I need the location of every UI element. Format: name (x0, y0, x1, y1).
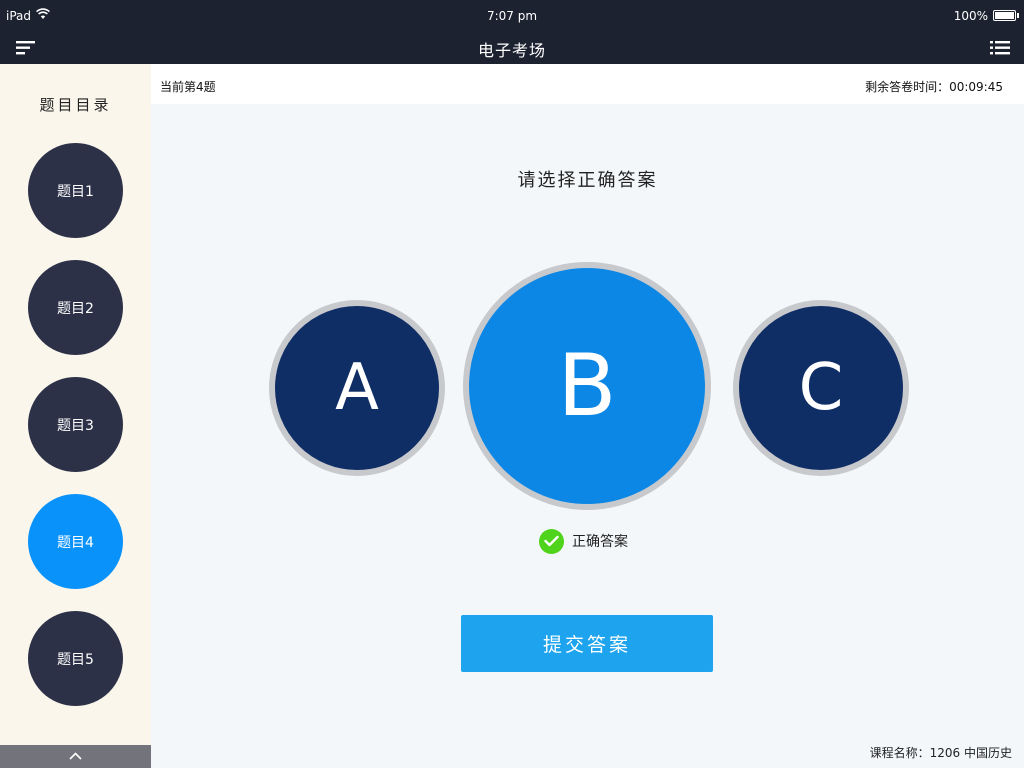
battery-icon (993, 10, 1019, 21)
battery-percent: 100% (953, 9, 988, 23)
sidebar-item-question-2[interactable]: 题目2 (28, 260, 123, 355)
course-name-label: 课程名称：1206 中国历史 (869, 746, 1012, 760)
question-prompt: 请选择正确答案 (517, 170, 658, 191)
option-a-button[interactable]: A (269, 300, 445, 476)
sidebar-item-question-4[interactable]: 题目4 (28, 494, 123, 589)
sidebar-item-question-3[interactable]: 题目3 (28, 377, 123, 472)
current-question-label: 当前第4题 (160, 80, 216, 94)
page-title: 电子考场 (477, 41, 546, 60)
question-sidebar: 题目目录 题目1 题目2 题目3 题目4 题目5 (0, 64, 151, 768)
info-bar: 当前第4题 剩余答卷时间：00:09:45 (151, 64, 1024, 104)
sidebar-collapse-button[interactable] (0, 745, 151, 768)
list-icon[interactable] (990, 41, 1010, 55)
option-b-button[interactable]: B (463, 262, 711, 510)
status-time: 7:07 pm (486, 9, 538, 23)
submit-answer-button[interactable]: 提交答案 (461, 615, 713, 672)
sidebar-title: 题目目录 (39, 96, 112, 114)
correct-answer-label: 正确答案 (572, 534, 628, 550)
remaining-time-label: 剩余答卷时间：00:09:45 (865, 80, 1003, 94)
sidebar-item-question-5[interactable]: 题目5 (28, 611, 123, 706)
sidebar-item-question-1[interactable]: 题目1 (28, 143, 123, 238)
correct-answer-hint: 正确答案 (539, 528, 628, 554)
chevron-up-icon (69, 752, 82, 760)
option-c-button[interactable]: C (733, 300, 909, 476)
nav-bar: 电子考场 (0, 32, 1024, 64)
check-icon (539, 528, 564, 554)
status-bar: iPad 7:07 pm 100% (0, 0, 1024, 32)
